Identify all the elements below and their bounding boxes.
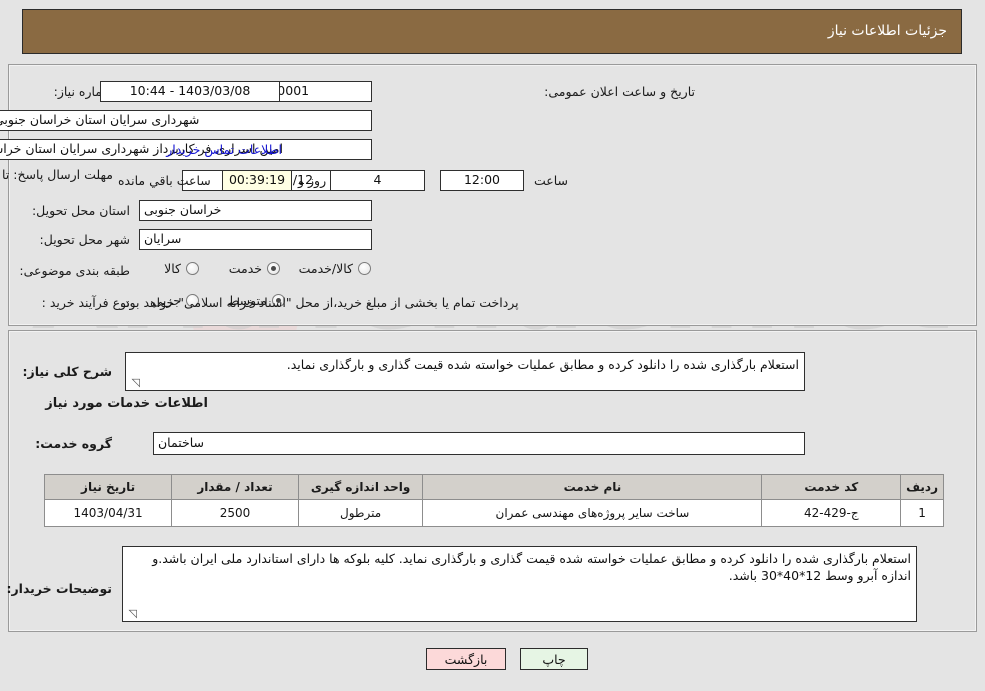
resize-grip-icon[interactable]: ◹ (128, 377, 140, 389)
city-value: سرایان (139, 229, 372, 250)
cell-need-date: 1403/04/31 (43, 499, 173, 527)
th-service-name: نام خدمت (422, 474, 763, 500)
cell-row: 1 (900, 499, 944, 527)
countdown-value: 00:39:19 (222, 170, 292, 191)
th-need-date: تاریخ نیاز (43, 474, 173, 500)
buyer-notes-value: استعلام بارگذاری شده را دانلود کرده و مط… (152, 551, 911, 583)
days-remaining-value: 4 (330, 170, 425, 191)
general-desc-textarea[interactable]: استعلام بارگذاری شده را دانلود کرده و مط… (125, 352, 805, 391)
category-option-kala[interactable]: کالا (164, 261, 199, 276)
th-quantity: تعداد / مقدار (171, 474, 299, 500)
announce-datetime-label: تاریخ و ساعت اعلان عمومی: (544, 84, 695, 99)
general-desc-label: شرح کلی نیاز: (22, 364, 112, 379)
treasury-note: پرداخت تمام یا بخشی از مبلغ خرید،از محل … (120, 295, 519, 310)
services-table: ردیف کد خدمت نام خدمت واحد اندازه گیری ت… (43, 474, 944, 527)
cell-quantity: 2500 (171, 499, 299, 527)
general-desc-value: استعلام بارگذاری شده را دانلود کرده و مط… (286, 357, 799, 372)
buyer-notes-label: توضیحات خریدار: (6, 581, 112, 596)
buyer-contact-link[interactable]: اطلاعات تماس خریدار (166, 142, 282, 157)
category-option-khedmat[interactable]: خدمت (229, 261, 280, 276)
category-option-kala-khedmat[interactable]: کالا/خدمت (299, 261, 371, 276)
table-header-row: ردیف کد خدمت نام خدمت واحد اندازه گیری ت… (43, 474, 944, 500)
service-group-value: ساختمان (153, 432, 805, 455)
countdown-label: ساعت باقي مانده (118, 173, 211, 188)
hour-label: ساعت (534, 173, 569, 188)
deadline-time-value: 12:00 (440, 170, 524, 191)
announce-datetime-value: 1403/03/08 - 10:44 (100, 81, 280, 102)
print-button[interactable]: چاپ (520, 648, 588, 670)
buyer-notes-textarea[interactable]: استعلام بارگذاری شده را دانلود کرده و مط… (122, 546, 917, 622)
cell-service-code: ج-429-42 (761, 499, 902, 527)
category-option-label: کالا/خدمت (298, 261, 353, 276)
deadline-label: مهلت ارسال پاسخ: تا تاریخ: (0, 167, 113, 182)
category-option-label: کالا (164, 261, 181, 276)
province-value: خراسان جنوبی (139, 200, 372, 221)
need-number-label: شماره نیاز: (53, 84, 113, 99)
page-root: AriaTender.net AriaTender.net جزئیات اطل… (0, 0, 985, 691)
category-option-label: خدمت (228, 261, 262, 276)
back-button[interactable]: بازگشت (426, 648, 506, 670)
th-row: ردیف (900, 474, 944, 500)
cell-service-name: ساخت سایر پروژه‌های مهندسی عمران (422, 499, 763, 527)
need-info-panel (8, 64, 977, 326)
th-unit: واحد اندازه گیری (297, 474, 424, 500)
radio-kala-khedmat[interactable] (358, 262, 371, 275)
table-row: 1 ج-429-42 ساخت سایر پروژه‌های مهندسی عم… (43, 499, 944, 527)
city-label: شهر محل تحویل: (39, 232, 130, 247)
process-label: نوع فرآیند خرید : (41, 295, 130, 310)
days-label: روز و (298, 173, 327, 188)
radio-kala[interactable] (186, 262, 199, 275)
page-title: جزئیات اطلاعات نیاز (827, 23, 947, 39)
resize-grip-icon[interactable]: ◹ (125, 608, 137, 620)
th-service-code: کد خدمت (761, 474, 902, 500)
page-header-bar: جزئیات اطلاعات نیاز (22, 9, 962, 54)
cell-unit: مترطول (297, 499, 424, 527)
province-label: استان محل تحویل: (31, 203, 130, 218)
buyer-org-value: شهرداری سرایان استان خراسان جنوبی (0, 110, 372, 131)
category-label: طبقه بندی موضوعی: (19, 263, 130, 278)
radio-khedmat[interactable] (267, 262, 280, 275)
service-group-label: گروه خدمت: (35, 436, 112, 451)
services-info-heading: اطلاعات خدمات مورد نیاز (45, 396, 208, 411)
